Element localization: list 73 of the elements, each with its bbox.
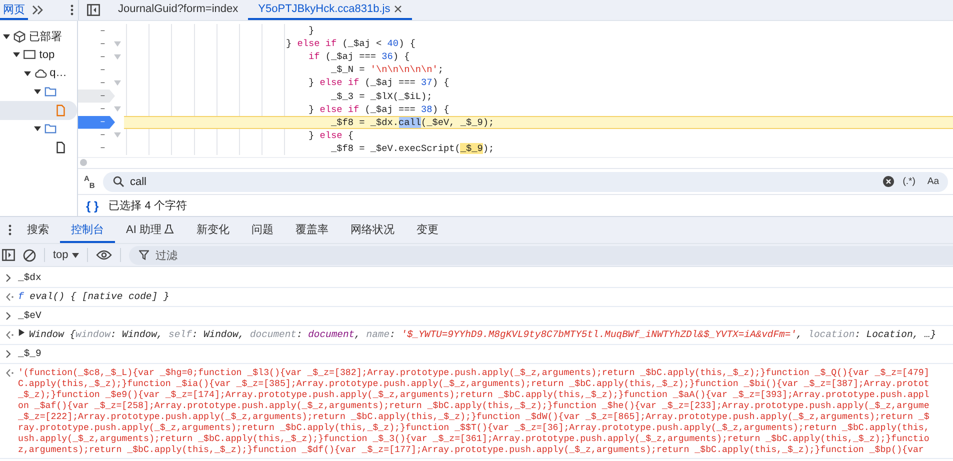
line-number: – [100, 78, 106, 88]
drawer-tab[interactable]: 网络状况 [339, 217, 406, 243]
window-icon [23, 48, 36, 62]
file-tab[interactable]: Y5oPTJBkyHck.cca831b.js [248, 0, 412, 20]
line-number: – [100, 91, 106, 102]
caret-icon[interactable] [13, 51, 20, 58]
pretty-print-icon[interactable]: { } [86, 198, 99, 213]
string-output-line: on _$af(){var _$_z=[258];Array.prototype.push.apply(_$_z,arguments);return _$bC.apply(this,_$_z);}function _$he(){var _$_z=[233];Array.prototype.push.apply(_$_z,argume [18, 400, 930, 411]
filter-field[interactable]: 过滤 [129, 246, 953, 264]
string-output-line: '(function(_$c8,_$_L){var _$hg=0;function _$l3(){var _$_z=[382];Array.prototype.push.apply(_$_z,arguments);return _$bC.apply(this,_$_z);}function _$_Q(){var _$_z=[479] [18, 367, 930, 378]
string-output-line: ush.apply(_$_z,arguments);return _$bC.apply(this,_$_z);}function _$_3(){var _$_z=[361];Array.prototype.push.apply(_$_z,arguments);return _$bC.apply(this,_$_z);}functio [18, 433, 930, 444]
command-text: _$eV [18, 310, 42, 322]
tree-item[interactable]: top [0, 46, 77, 64]
input-prompt-icon [6, 350, 11, 358]
command-text: _$dx [18, 272, 42, 284]
string-output-line: _$_z=[222];Array.prototype.push.apply(_$_z,arguments);return _$bC.apply(this,_$_z);}function _$dW(){var _$_z=[865];Array.prototype.push.apply(_$_z,arguments);return _$ [18, 411, 930, 422]
file-icon [54, 140, 68, 154]
line-number: – [100, 104, 106, 114]
drawer-tab[interactable]: 变更 [405, 217, 450, 243]
panel-tab[interactable]: 网页 [0, 0, 28, 20]
result-text: f eval() { [native code] } [18, 291, 170, 303]
eye-icon[interactable] [96, 250, 112, 260]
line-number: – [100, 38, 106, 49]
search-option-toggle[interactable]: (.*) [900, 175, 918, 188]
drawer-tab[interactable]: AI 助理 [115, 217, 186, 243]
input-prompt-icon [6, 312, 11, 320]
command-text: _$_9 [18, 348, 42, 360]
caret-icon[interactable] [3, 32, 10, 40]
string-output-line: ray.prototype.push.apply(_$_z,arguments);return _$bC.apply(this,_$_z);}function _$$T(){var _$_z=[36];Array.prototype.push.apply(_$_z,arguments);return _$bC.apply(this, [18, 422, 930, 433]
search-field[interactable]: call (.*) Aa [103, 172, 948, 192]
search-icon [113, 176, 124, 188]
folder-icon [44, 122, 57, 136]
result-arrow-icon [6, 293, 14, 301]
line-number: – [100, 143, 106, 154]
caret-icon[interactable] [34, 125, 41, 132]
scrollbar-thumb[interactable] [80, 159, 87, 166]
line-number: – [100, 117, 106, 128]
string-output-line: z,arguments);return _$bC.apply(this,_$_z);}function _$df(){var _$_z=[177];Array.prototype.push.apply(_$_z,arguments);return _$bC.apply(this,_$_z);}function _$bp(){var [18, 444, 925, 455]
cube-icon [13, 30, 26, 43]
drawer-tab[interactable]: 覆盖率 [284, 217, 340, 243]
drawer-tab[interactable]: 搜索 [16, 217, 60, 243]
expand-caret-icon[interactable] [18, 329, 25, 336]
selection-status: 已选择 4 个字符 [108, 198, 187, 214]
close-icon[interactable] [394, 5, 402, 13]
line-number: – [100, 130, 106, 140]
result-arrow-icon [6, 331, 14, 339]
result-text: Window {window: Window, self: Window, document: document, name: '$_YWTU=9YYhD9.M8gKVL9ty8C7bMTY5tl.MuqBWf_iNWTYhZDl&$_YVTX=iA&vdFm=', location: Location, …} [29, 329, 936, 341]
search-option-toggle[interactable]: Aa [924, 175, 942, 188]
sidebar-toggle-icon[interactable] [2, 249, 15, 261]
tree-item[interactable]: 已部署 [0, 27, 77, 46]
cloud-icon [34, 66, 47, 80]
string-output-line: C.apply(this,_$_z);}function _$ia(){var _$_z=[385];Array.prototype.push.apply(_$_z,arguments);return _$bC.apply(this,_$_z);}function _$bi(){var _$_z=[387];Array.protot [18, 378, 930, 389]
file-icon [54, 104, 68, 117]
line-number: – [100, 64, 106, 75]
input-prompt-icon [6, 274, 11, 282]
context-dropdown[interactable]: top [53, 249, 80, 261]
caret-icon[interactable] [34, 88, 41, 96]
drawer-tab[interactable]: 问题 [240, 217, 284, 243]
caret-icon[interactable] [24, 70, 31, 77]
filter-icon [139, 250, 150, 260]
file-tab[interactable]: JournalGuid?form=index [108, 0, 248, 20]
flask-icon [164, 224, 174, 234]
line-number: – [100, 26, 106, 36]
clear-icon[interactable] [882, 176, 894, 188]
caret-icon [72, 252, 80, 258]
line-number: – [100, 52, 106, 62]
tree-item[interactable]: q… [0, 64, 77, 82]
string-output-line: _$_z);}function _$e9(){var _$_z=[174];Array.prototype.push.apply(_$_z,arguments);return _$bC.apply(this,_$_z);}function _$aA(){var _$_z=[393];Array.prototype.push.appl [18, 389, 930, 400]
result-arrow-icon [6, 369, 14, 377]
breakpoint-marker[interactable] [78, 116, 115, 129]
clear-console-icon[interactable] [23, 248, 36, 262]
drawer-tab[interactable]: 新变化 [185, 217, 240, 243]
folder-icon [44, 85, 57, 98]
